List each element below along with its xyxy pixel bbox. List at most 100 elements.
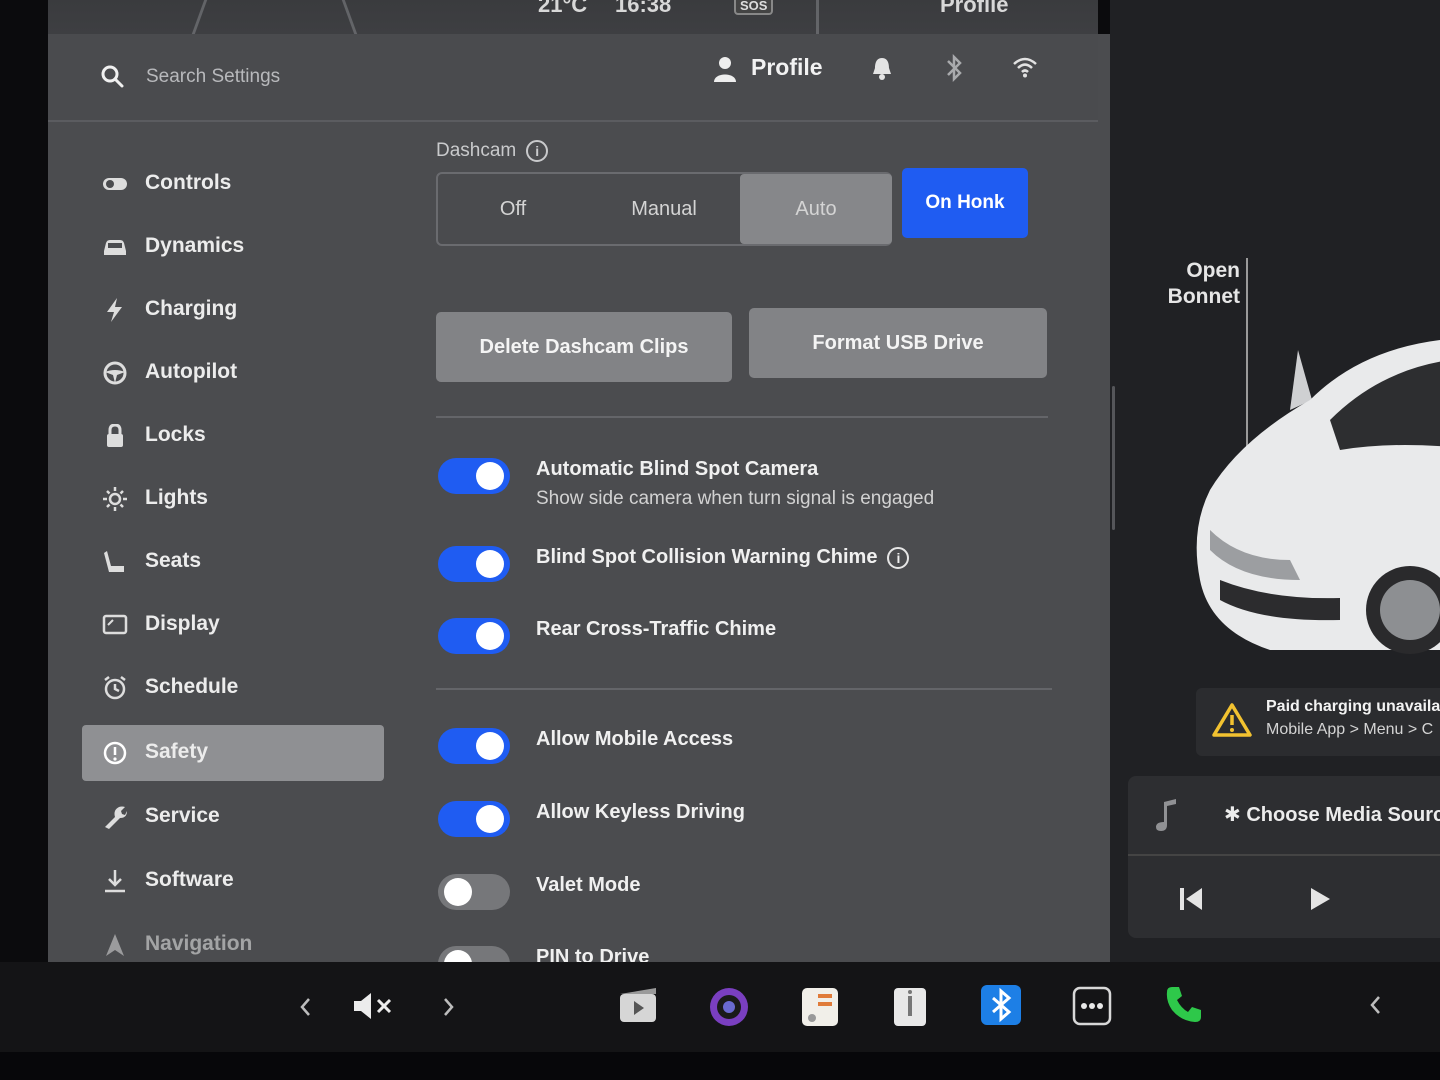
panel-scrollbar[interactable] xyxy=(1112,386,1115,530)
skip-previous-icon[interactable] xyxy=(1178,886,1204,912)
dashcam-on-honk-button[interactable]: On Honk xyxy=(902,168,1028,238)
setting-label: Valet Mode xyxy=(536,874,641,896)
toggle-knob xyxy=(476,550,504,578)
setting-label: Automatic Blind Spot Camera xyxy=(536,458,819,480)
alert-circle-icon xyxy=(103,741,127,765)
toybox-icon[interactable] xyxy=(800,986,840,1028)
alert-title: Paid charging unavaila xyxy=(1266,698,1440,715)
info-icon[interactable]: i xyxy=(887,546,910,569)
display-icon xyxy=(102,614,128,635)
setting-label: Rear Cross-Traffic Chime xyxy=(536,618,777,640)
setting-row-valet-mode: Valet Mode xyxy=(436,874,1076,914)
sidebar-item-label: Charging xyxy=(145,297,238,320)
chevron-right-icon[interactable] xyxy=(442,996,456,1018)
car-render[interactable] xyxy=(1180,330,1440,660)
navigation-icon xyxy=(106,934,124,956)
setting-row-rear-cross-traffic: Rear Cross-Traffic Chime xyxy=(436,618,1076,658)
sidebar-item-label: Controls xyxy=(145,171,232,194)
seat-icon xyxy=(104,551,124,572)
screen-bezel xyxy=(0,1052,1440,1080)
choose-media-source: ✱ Choose Media Sourc xyxy=(1224,802,1440,827)
map-road xyxy=(191,0,208,34)
play-icon[interactable] xyxy=(1308,886,1332,912)
sidebar-item-label: Autopilot xyxy=(145,360,238,383)
open-bonnet-button[interactable]: Open Bonnet xyxy=(1160,258,1240,310)
sidebar-item-label: Software xyxy=(145,868,234,891)
collision-chime-toggle[interactable] xyxy=(438,546,510,582)
camera-app-icon[interactable] xyxy=(708,986,750,1028)
sidebar-item-seats[interactable]: Seats xyxy=(82,534,384,590)
dashcam-option-auto[interactable]: Auto xyxy=(740,174,892,244)
setting-label: Allow Keyless Driving xyxy=(536,801,745,823)
media-source-selector[interactable]: ✱ Choose Media Sourc xyxy=(1128,776,1440,856)
sos-badge[interactable]: SOS xyxy=(734,0,774,15)
chevron-left-icon[interactable] xyxy=(1368,994,1382,1016)
sidebar-item-label: Service xyxy=(145,804,220,827)
speaker-muted-icon[interactable] xyxy=(352,990,396,1022)
rear-cross-traffic-toggle[interactable] xyxy=(438,618,510,654)
media-player: ✱ Choose Media Sourc xyxy=(1128,776,1440,938)
sidebar-item-safety[interactable]: Safety xyxy=(82,725,384,781)
sidebar-item-locks[interactable]: Locks xyxy=(82,408,384,464)
delete-dashcam-clips-button[interactable]: Delete Dashcam Clips xyxy=(436,312,732,382)
sidebar-item-dynamics[interactable]: Dynamics xyxy=(82,219,384,275)
download-icon xyxy=(105,870,125,893)
alert-subtitle: Mobile App > Menu > C xyxy=(1266,721,1434,738)
alarm-clock-icon xyxy=(104,676,126,700)
status-bar: 21°C 16:38 SOS Profile xyxy=(48,0,1098,34)
sidebar-item-software[interactable]: Software xyxy=(82,853,384,909)
app-dock xyxy=(0,962,1440,1052)
bolt-icon xyxy=(107,298,122,322)
wrench-icon xyxy=(105,806,127,829)
dashcam-option-off[interactable]: Off xyxy=(438,174,588,244)
pin-to-drive-toggle[interactable] xyxy=(438,946,510,962)
sidebar-item-label: Dynamics xyxy=(145,234,245,257)
toggle-knob xyxy=(476,732,504,760)
sidebar-item-label: Navigation xyxy=(145,932,253,955)
setting-label-text: Blind Spot Collision Warning Chime xyxy=(536,546,878,568)
mobile-access-toggle[interactable] xyxy=(438,728,510,764)
sidebar-item-display[interactable]: Display xyxy=(82,597,384,653)
setting-label: Blind Spot Collision Warning Chime i xyxy=(536,546,910,569)
more-icon[interactable] xyxy=(1072,986,1112,1026)
phone-icon[interactable] xyxy=(1164,984,1204,1024)
setting-row-keyless-driving: Allow Keyless Driving xyxy=(436,801,1076,841)
steering-wheel-icon xyxy=(103,361,127,385)
sidebar-item-autopilot[interactable]: Autopilot xyxy=(82,345,384,401)
status-profile[interactable]: Profile xyxy=(940,0,1008,18)
chevron-left-icon[interactable] xyxy=(298,996,312,1018)
sidebar-item-controls[interactable]: Controls xyxy=(82,156,384,212)
search-input[interactable]: Search Settings xyxy=(146,66,280,88)
theater-icon[interactable] xyxy=(618,986,658,1024)
setting-label: Allow Mobile Access xyxy=(536,728,734,750)
search-icon[interactable] xyxy=(100,64,124,88)
toggle-knob xyxy=(476,805,504,833)
sidebar-item-label: Locks xyxy=(145,423,206,446)
keyless-driving-toggle[interactable] xyxy=(438,801,510,837)
toggle-knob xyxy=(444,878,472,906)
setting-row-collision-chime: Blind Spot Collision Warning Chime i xyxy=(436,546,1076,586)
settings-panel: Search Settings Profile Controls Dynamic xyxy=(48,34,1110,962)
sidebar-item-label: Seats xyxy=(145,549,202,572)
toggle-icon xyxy=(103,178,127,190)
section-divider xyxy=(436,416,1048,418)
clock-readout: 16:38 xyxy=(615,0,672,17)
charging-alert-banner[interactable]: Paid charging unavaila Mobile App > Menu… xyxy=(1196,688,1440,756)
toggle-knob xyxy=(476,462,504,490)
info-icon[interactable]: i xyxy=(526,140,549,162)
manual-icon[interactable] xyxy=(890,986,930,1028)
sidebar-item-charging[interactable]: Charging xyxy=(82,282,384,338)
sidebar-item-service[interactable]: Service xyxy=(82,789,384,845)
sidebar-item-label: Display xyxy=(145,612,220,635)
car-icon xyxy=(104,240,126,255)
dashcam-section-title: Dashcam i xyxy=(436,140,549,162)
sidebar-item-schedule[interactable]: Schedule xyxy=(82,660,384,716)
format-usb-drive-button[interactable]: Format USB Drive xyxy=(749,308,1047,378)
dashcam-mode-selector: Off Manual Auto xyxy=(436,172,892,246)
sidebar-item-label: Safety xyxy=(145,740,209,763)
bluetooth-app-icon[interactable] xyxy=(980,984,1022,1026)
dashcam-option-manual[interactable]: Manual xyxy=(588,174,740,244)
valet-mode-toggle[interactable] xyxy=(438,874,510,910)
blind-spot-camera-toggle[interactable] xyxy=(438,458,510,494)
sidebar-item-lights[interactable]: Lights xyxy=(82,471,384,527)
